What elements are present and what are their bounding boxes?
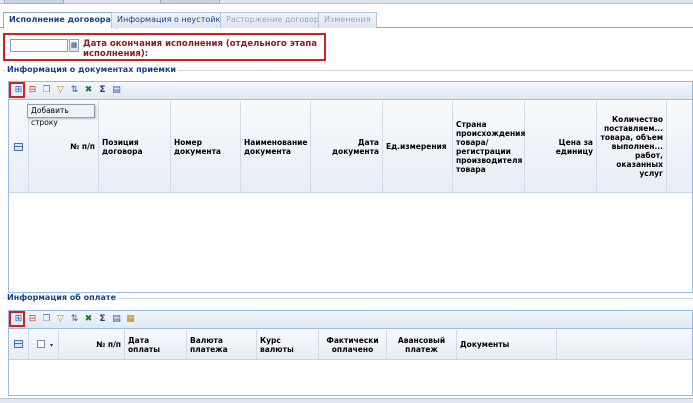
acceptance-docs-title: Информация о документах приемки bbox=[5, 65, 178, 74]
column-header[interactable]: Курс валюты bbox=[257, 330, 319, 359]
grid-menu-icon[interactable] bbox=[14, 143, 23, 151]
tab-contract-execution[interactable]: Исполнение договора bbox=[3, 12, 117, 29]
sort-icon[interactable]: ⇅ bbox=[69, 85, 80, 96]
copy-icon[interactable]: ❐ bbox=[41, 85, 52, 96]
completion-date-label: Дата окончания исполнения (отдельного эт… bbox=[83, 39, 318, 59]
columns-icon[interactable]: ▤ bbox=[111, 314, 122, 325]
payment-info-title: Информация об оплате bbox=[5, 293, 118, 302]
table-icon[interactable]: ▦ bbox=[125, 314, 136, 325]
tab-changes: Изменения bbox=[318, 12, 377, 28]
select-all-checkbox[interactable] bbox=[37, 340, 45, 348]
column-header[interactable]: Страна происхождения товара/ регистрации… bbox=[453, 101, 525, 192]
add-row-tooltip: Добавить строку bbox=[27, 104, 95, 127]
excel-export-icon[interactable]: ✖ bbox=[83, 314, 94, 325]
completion-date-input[interactable] bbox=[10, 39, 68, 52]
column-header[interactable]: Дата документа bbox=[311, 101, 383, 192]
top-button-stub[interactable] bbox=[160, 0, 220, 4]
delete-row-icon[interactable]: ⊟ bbox=[27, 85, 38, 96]
add-row-highlight bbox=[9, 311, 25, 327]
top-button-stub[interactable] bbox=[4, 0, 64, 4]
filter-icon[interactable]: ▽ bbox=[55, 85, 66, 96]
grid-menu-icon[interactable] bbox=[14, 340, 23, 348]
sort-icon[interactable]: ⇅ bbox=[69, 314, 80, 325]
column-header[interactable]: Ед.измерения bbox=[383, 101, 453, 192]
select-all-column[interactable]: ▾ bbox=[29, 330, 59, 359]
filter-icon[interactable]: ▽ bbox=[55, 314, 66, 325]
excel-export-icon[interactable]: ✖ bbox=[83, 85, 94, 96]
chevron-down-icon[interactable]: ▾ bbox=[47, 341, 56, 350]
row-select-column[interactable] bbox=[9, 101, 29, 192]
tab-bar: Исполнение договора Информация о неустой… bbox=[0, 12, 693, 29]
acceptance-docs-grid: ⊞ ⊟ ❐ ▽ ⇅ ✖ Σ ▤ № п/п Позиция договора Н… bbox=[8, 81, 693, 293]
column-header[interactable]: Количество поставляем... товара, объем в… bbox=[597, 101, 667, 192]
delete-row-icon[interactable]: ⊟ bbox=[27, 314, 38, 325]
columns-icon[interactable]: ▤ bbox=[111, 85, 122, 96]
column-header[interactable]: Номер документа bbox=[171, 101, 241, 192]
copy-icon[interactable]: ❐ bbox=[41, 314, 52, 325]
acceptance-docs-header: № п/п Позиция договора Номер документа Н… bbox=[9, 101, 692, 193]
tab-contract-termination: Расторжение договора bbox=[220, 12, 330, 28]
completion-date-group: ▦ Дата окончания исполнения (отдельного … bbox=[3, 33, 326, 61]
column-header[interactable]: Документы bbox=[457, 330, 557, 359]
acceptance-docs-toolbar: ⊞ ⊟ ❐ ▽ ⇅ ✖ Σ ▤ bbox=[9, 82, 692, 100]
column-header[interactable]: № п/п bbox=[59, 330, 125, 359]
sum-icon[interactable]: Σ bbox=[97, 85, 108, 96]
payment-info-header: ▾ № п/п Дата оплаты Валюта платежа Курс … bbox=[9, 330, 692, 360]
column-header[interactable]: Авансовый платеж bbox=[387, 330, 457, 359]
column-header[interactable]: Дата оплаты bbox=[125, 330, 187, 359]
calendar-icon[interactable]: ▦ bbox=[69, 39, 79, 52]
tab-penalty-info[interactable]: Информация о неустойках bbox=[111, 12, 236, 28]
column-header[interactable]: Фактически оплачено bbox=[319, 330, 387, 359]
payment-info-toolbar: ⊞ ⊟ ❐ ▽ ⇅ ✖ Σ ▤ ▦ bbox=[9, 311, 692, 329]
bottom-strip bbox=[0, 398, 693, 403]
column-header[interactable]: Валюта платежа bbox=[187, 330, 257, 359]
column-header[interactable]: Цена за единицу bbox=[525, 101, 597, 192]
column-header[interactable]: Позиция договора bbox=[99, 101, 171, 192]
row-select-column[interactable] bbox=[9, 330, 29, 359]
payment-info-grid: ⊞ ⊟ ❐ ▽ ⇅ ✖ Σ ▤ ▦ ▾ № п/п Дата оплаты Ва… bbox=[8, 310, 693, 396]
top-strip bbox=[0, 0, 693, 4]
sum-icon[interactable]: Σ bbox=[97, 314, 108, 325]
column-header[interactable]: Наименование документа bbox=[241, 101, 311, 192]
add-row-highlight bbox=[9, 82, 25, 98]
